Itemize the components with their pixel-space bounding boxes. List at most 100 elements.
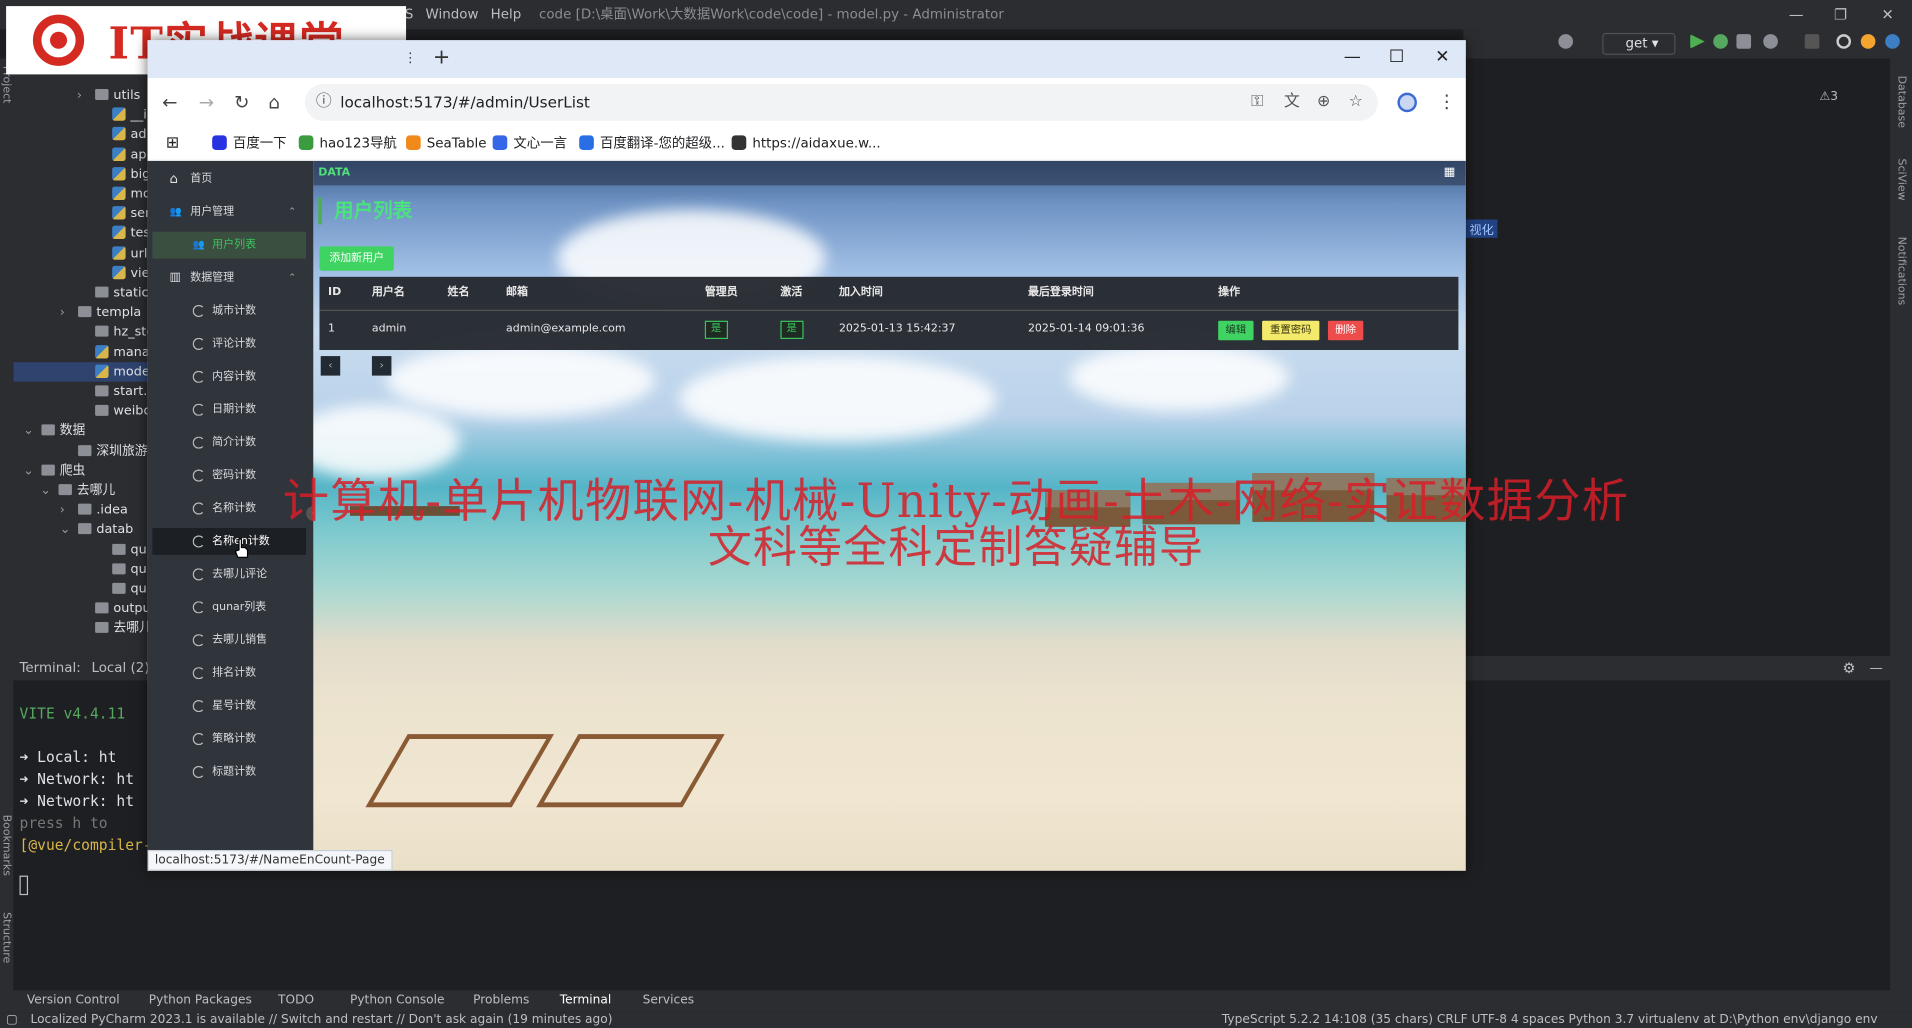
coverage-icon[interactable] [1736, 34, 1752, 49]
sidebar-item[interactable]: 评论计数 [152, 330, 306, 357]
search-icon[interactable] [1836, 34, 1852, 49]
tree-item[interactable]: › utils [13, 85, 148, 105]
browser-maximize-icon[interactable]: ☐ [1389, 48, 1404, 68]
apps-grid-icon[interactable]: ⊞ [166, 127, 179, 161]
sidebar-item[interactable]: 日期计数 [152, 396, 306, 423]
browser-menu-icon[interactable]: ⋮ [1438, 90, 1456, 112]
tree-item[interactable]: mo [13, 184, 151, 204]
run-icon[interactable] [1690, 34, 1705, 49]
status-info[interactable]: TypeScript 5.2.2 14:108 (35 chars) CRLF … [1222, 1012, 1878, 1028]
tree-expand-icon[interactable]: › [60, 303, 65, 323]
branch-selector[interactable]: get ▾ [1602, 32, 1676, 55]
chevron-up-icon[interactable]: ⌃ [288, 199, 296, 226]
prev-page-button[interactable]: ‹ [320, 356, 341, 376]
database-tool-label[interactable]: Database [1895, 76, 1907, 128]
bookmark-star-icon[interactable]: ☆ [1349, 84, 1363, 121]
warning-count[interactable]: ⚠3 [1819, 90, 1838, 103]
sidebar-item[interactable]: ⌂ 首页 [152, 166, 306, 193]
home-icon[interactable]: ⌂ [268, 91, 280, 113]
reload-icon[interactable]: ↻ [234, 91, 249, 113]
sidebar-item[interactable]: qunar列表 [152, 594, 306, 621]
tree-item[interactable]: 深圳旅游景 [13, 441, 160, 461]
tree-item[interactable]: manac [13, 342, 157, 362]
tree-item[interactable]: urls [13, 243, 154, 263]
tree-item[interactable]: start.c [13, 382, 154, 402]
sidebar-item[interactable]: 星号计数 [152, 693, 306, 720]
ide-menu-item[interactable]: S [405, 0, 414, 29]
tool-window-python-console[interactable]: Python Console [350, 990, 445, 1012]
sidebar-item[interactable]: 内容计数 [152, 363, 306, 390]
sidebar-item[interactable]: 策略计数 [152, 726, 306, 753]
ide-menu-item[interactable]: Help [491, 0, 522, 29]
tree-item[interactable]: › templa [13, 303, 148, 323]
bookmark-item[interactable]: 百度一下 [212, 127, 287, 161]
hide-panel-icon[interactable]: — [1869, 656, 1882, 680]
ide-menu-item[interactable]: Window [426, 0, 479, 29]
new-tab-icon[interactable]: + [433, 45, 450, 69]
event-icon[interactable]: ▢ [6, 1012, 18, 1028]
tree-item[interactable]: 去哪儿 [13, 619, 152, 639]
tree-item[interactable]: tes [13, 224, 150, 244]
tree-item[interactable]: model [13, 361, 153, 382]
bookmark-item[interactable]: 文心一言 [492, 127, 567, 161]
close-icon[interactable]: ✕ [1882, 0, 1894, 29]
add-user-button[interactable]: 添加新用户 [319, 246, 394, 271]
tree-item[interactable]: app [13, 145, 155, 165]
sidebar-item[interactable]: 城市计数 [152, 298, 306, 325]
chevron-up-icon[interactable]: ⌃ [288, 265, 296, 292]
tree-item[interactable]: adr [13, 125, 152, 145]
delete-button[interactable]: 删除 [1327, 320, 1364, 341]
profile-icon[interactable] [1763, 34, 1778, 49]
next-page-button[interactable]: › [371, 356, 392, 376]
translate-icon[interactable]: 文 [1284, 84, 1300, 121]
tree-item[interactable]: qur [13, 579, 152, 599]
tree-item[interactable]: weibo [13, 401, 151, 421]
sidebar-item[interactable]: 去哪儿销售 [152, 627, 306, 654]
tool-window-terminal[interactable]: Terminal [560, 990, 612, 1012]
minimize-icon[interactable]: — [1789, 0, 1804, 29]
user-icon[interactable] [1558, 34, 1574, 49]
tree-item[interactable]: __ir [13, 105, 152, 125]
tool-window-version-control[interactable]: Version Control [27, 990, 120, 1012]
tree-item[interactable]: ⌄ 数据 [13, 421, 148, 441]
tree-item[interactable]: static [13, 283, 149, 303]
tree-item[interactable]: hz_sto [13, 322, 154, 342]
address-bar[interactable]: ⓘ localhost:5173/#/admin/UserList ⚿ 文 ⊕ … [304, 84, 1378, 121]
sidebar-item[interactable]: 排名计数 [152, 660, 306, 687]
tool-window-python-packages[interactable]: Python Packages [149, 990, 252, 1012]
edit-button[interactable]: 编辑 [1218, 320, 1254, 341]
tool-window-todo[interactable]: TODO [278, 990, 314, 1012]
profile-avatar[interactable] [1397, 92, 1417, 113]
stop-icon[interactable] [1804, 34, 1820, 49]
bookmark-item[interactable]: 百度翻译-您的超级... [579, 127, 725, 161]
sidebar-item[interactable]: 标题计数 [152, 759, 306, 786]
update-notification[interactable]: Localized PyCharm 2023.1 is available //… [30, 1012, 612, 1028]
tree-item[interactable]: viev [13, 263, 157, 283]
sidebar-item[interactable]: 👥 用户列表 [152, 231, 307, 259]
tree-item[interactable]: ser [13, 204, 150, 224]
forward-icon[interactable]: → [199, 91, 214, 113]
tab-menu-icon[interactable]: ⋮ [404, 50, 417, 66]
tool-window-problems[interactable]: Problems [473, 990, 529, 1012]
tree-expand-icon[interactable]: › [77, 85, 82, 105]
reset-password-button[interactable]: 重置密码 [1262, 320, 1320, 341]
tree-item[interactable]: big [13, 164, 150, 184]
notifications-tool-label[interactable]: Notifications [1895, 237, 1907, 306]
browser-close-icon[interactable]: ✕ [1435, 48, 1449, 68]
zoom-icon[interactable]: ⊕ [1317, 84, 1330, 121]
sidebar-item[interactable]: 👥 用户管理 ⌃ [152, 199, 306, 226]
sidebar-item[interactable]: ▥ 数据管理 ⌃ [152, 265, 306, 292]
tool-window-services[interactable]: Services [643, 990, 694, 1012]
debug-icon[interactable] [1713, 34, 1728, 49]
bookmark-item[interactable]: hao123导航 [298, 127, 397, 161]
bookmark-item[interactable]: https://aidaxue.w... [731, 127, 881, 161]
password-key-icon[interactable]: ⚿ [1251, 84, 1263, 121]
gear-icon[interactable]: ⚙ [1843, 656, 1856, 680]
tree-item[interactable]: output [13, 599, 156, 619]
bookmarks-tool-label[interactable]: Bookmarks [0, 815, 12, 876]
tree-expand-icon[interactable]: ⌄ [23, 421, 34, 441]
restore-icon[interactable]: ❐ [1834, 0, 1847, 29]
jetbrains-icon[interactable] [1885, 34, 1900, 49]
update-icon[interactable] [1860, 34, 1876, 49]
site-info-icon[interactable]: ⓘ [316, 84, 332, 121]
